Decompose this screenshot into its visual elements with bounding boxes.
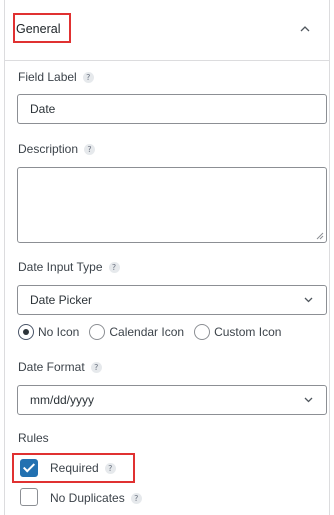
help-icon[interactable]: ? xyxy=(84,144,96,156)
description-label: Description? xyxy=(18,142,96,156)
no-duplicates-label-text: No Duplicates xyxy=(50,491,125,505)
radio-label: Calendar Icon xyxy=(109,325,185,339)
help-icon[interactable]: ? xyxy=(130,493,142,505)
resize-handle-icon[interactable] xyxy=(316,232,324,240)
field-label-text: Field Label xyxy=(18,70,77,84)
chevron-down-icon xyxy=(303,286,314,325)
chevron-up-icon[interactable] xyxy=(299,23,315,39)
date-format-label-text: Date Format xyxy=(18,360,85,374)
radio-label: No Icon xyxy=(38,325,80,339)
icon-radio-group: No Icon Calendar Icon Custom Icon xyxy=(18,321,281,343)
date-input-type-label: Date Input Type? xyxy=(18,260,120,274)
date-format-select[interactable]: mm/dd/yyyy xyxy=(17,385,327,415)
radio-custom-icon[interactable]: Custom Icon xyxy=(194,324,281,340)
date-input-type-value: Date Picker xyxy=(30,293,93,307)
radio-calendar-icon[interactable]: Calendar Icon xyxy=(89,324,184,340)
date-input-type-select[interactable]: Date Picker xyxy=(17,285,327,315)
required-label: Required? xyxy=(50,461,116,475)
general-section-header[interactable]: General xyxy=(5,0,329,61)
description-label-text: Description xyxy=(18,142,79,156)
rules-label: Rules xyxy=(18,431,49,445)
no-duplicates-checkbox[interactable] xyxy=(20,488,38,506)
required-label-text: Required xyxy=(50,461,99,475)
date-format-value: mm/dd/yyyy xyxy=(30,393,95,407)
help-icon[interactable]: ? xyxy=(82,72,94,84)
radio-no-icon[interactable]: No Icon xyxy=(18,324,79,340)
chevron-down-icon xyxy=(303,386,314,425)
help-icon[interactable]: ? xyxy=(108,262,120,274)
help-icon[interactable]: ? xyxy=(90,362,102,374)
radio-button[interactable] xyxy=(194,324,211,340)
description-textarea[interactable] xyxy=(17,167,327,243)
radio-button[interactable] xyxy=(89,324,106,340)
field-label-label: Field Label? xyxy=(18,70,94,84)
date-format-label: Date Format? xyxy=(18,360,102,374)
radio-label: Custom Icon xyxy=(214,325,282,339)
section-title: General xyxy=(16,22,61,36)
no-duplicates-label: No Duplicates? xyxy=(50,491,142,505)
field-label-input[interactable] xyxy=(17,94,327,124)
required-checkbox[interactable] xyxy=(20,459,38,477)
date-input-type-label-text: Date Input Type xyxy=(18,260,103,274)
radio-button[interactable] xyxy=(18,324,34,340)
help-icon[interactable]: ? xyxy=(104,463,116,475)
